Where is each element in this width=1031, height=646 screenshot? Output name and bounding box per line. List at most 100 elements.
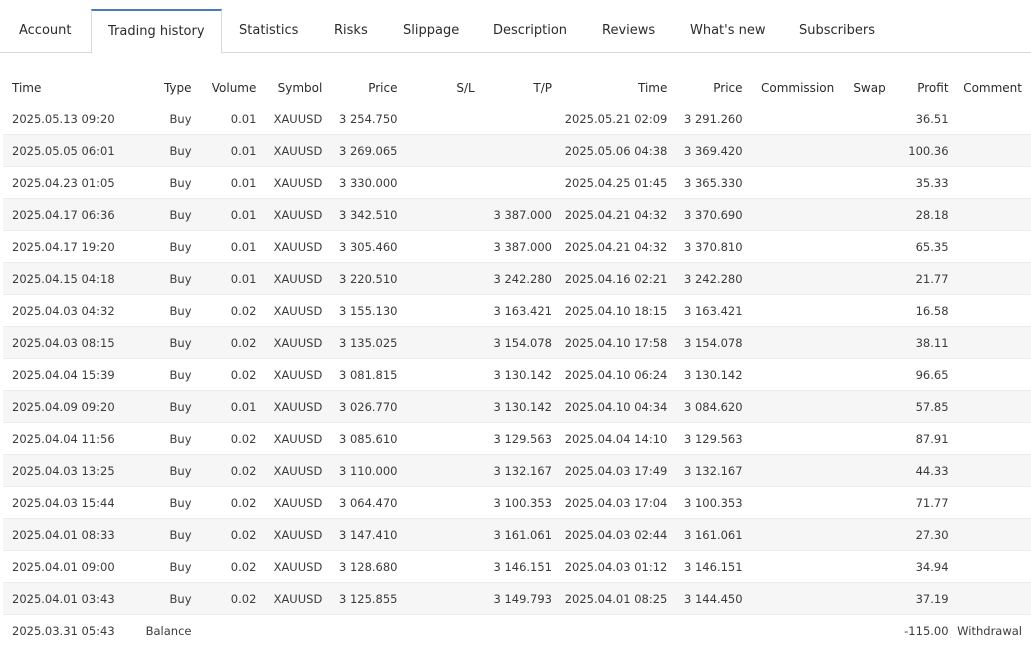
tab-slippage[interactable]: Slippage: [403, 9, 459, 53]
tab-statistics[interactable]: Statistics: [239, 9, 298, 53]
tab-account[interactable]: Account: [19, 9, 72, 53]
header-commission[interactable]: Commission: [743, 73, 835, 103]
tab-subscribers[interactable]: Subscribers: [799, 9, 875, 53]
cell-swap: [834, 295, 886, 327]
cell-commission: [743, 263, 835, 295]
cell-volume: 0.01: [192, 263, 257, 295]
balance-comment: Withdrawal: [949, 615, 1031, 646]
cell-swap: [834, 327, 886, 359]
cell-close-price: 3 365.330: [667, 167, 742, 199]
cell-close-time: 2025.04.03 01:12: [552, 551, 667, 583]
cell-sl: [398, 263, 475, 295]
cell-volume: 0.01: [192, 167, 257, 199]
header-symbol[interactable]: Symbol: [256, 73, 322, 103]
cell-close-time: 2025.04.10 04:34: [552, 391, 667, 423]
cell-type: Buy: [125, 295, 192, 327]
cell-symbol: XAUUSD: [256, 359, 322, 391]
cell-profit: 65.35: [886, 231, 949, 263]
cell-comment: [949, 231, 1031, 263]
cell-commission: [743, 391, 835, 423]
trading-history-table: Time Type Volume Symbol Price S/L T/P Ti…: [3, 73, 1031, 646]
cell-close-time: 2025.04.16 02:21: [552, 263, 667, 295]
header-close-time[interactable]: Time: [552, 73, 667, 103]
header-close-price[interactable]: Price: [667, 73, 742, 103]
cell-profit: 37.19: [886, 583, 949, 615]
cell-commission: [743, 231, 835, 263]
table-row: 2025.04.15 04:18Buy0.01XAUUSD3 220.5103 …: [3, 263, 1031, 295]
cell-open-time: 2025.04.17 19:20: [3, 231, 125, 263]
cell-open-time: 2025.05.05 06:01: [3, 135, 125, 167]
cell-volume: 0.02: [192, 551, 257, 583]
cell-open-price: 3 110.000: [322, 455, 397, 487]
cell-close-price: 3 146.151: [667, 551, 742, 583]
cell-sl: [398, 199, 475, 231]
cell-symbol: XAUUSD: [256, 423, 322, 455]
cell-close-price: 3 154.078: [667, 327, 742, 359]
header-comment[interactable]: Comment: [949, 73, 1031, 103]
table-row: 2025.04.03 04:32Buy0.02XAUUSD3 155.1303 …: [3, 295, 1031, 327]
cell-open-time: 2025.04.01 08:33: [3, 519, 125, 551]
cell-symbol: XAUUSD: [256, 295, 322, 327]
cell-comment: [949, 359, 1031, 391]
header-sl[interactable]: S/L: [398, 73, 475, 103]
table-row: 2025.04.17 19:20Buy0.01XAUUSD3 305.4603 …: [3, 231, 1031, 263]
tab-reviews[interactable]: Reviews: [602, 9, 655, 53]
cell-volume: 0.02: [192, 519, 257, 551]
cell-type: Buy: [125, 583, 192, 615]
header-profit[interactable]: Profit: [886, 73, 949, 103]
cell-tp: 3 163.421: [475, 295, 552, 327]
header-swap[interactable]: Swap: [834, 73, 886, 103]
tab-trading-history[interactable]: Trading history: [91, 9, 222, 54]
cell-volume: 0.02: [192, 327, 257, 359]
cell-tp: 3 146.151: [475, 551, 552, 583]
cell-type: Buy: [125, 135, 192, 167]
cell-volume: 0.01: [192, 199, 257, 231]
table-row: 2025.04.04 11:56Buy0.02XAUUSD3 085.6103 …: [3, 423, 1031, 455]
header-type[interactable]: Type: [125, 73, 192, 103]
cell-tp: [475, 167, 552, 199]
cell-symbol: XAUUSD: [256, 199, 322, 231]
cell-symbol: XAUUSD: [256, 519, 322, 551]
cell-type: Buy: [125, 359, 192, 391]
table-row: 2025.05.05 06:01Buy0.01XAUUSD3 269.06520…: [3, 135, 1031, 167]
cell-tp: [475, 135, 552, 167]
table-row: 2025.04.09 09:20Buy0.01XAUUSD3 026.7703 …: [3, 391, 1031, 423]
cell-close-time: 2025.05.21 02:09: [552, 103, 667, 135]
tab-description[interactable]: Description: [493, 9, 567, 53]
cell-tp: 3 130.142: [475, 391, 552, 423]
cell-sl: [398, 327, 475, 359]
cell-commission: [743, 359, 835, 391]
cell-type: Buy: [125, 519, 192, 551]
cell-close-price: 3 084.620: [667, 391, 742, 423]
cell-close-time: 2025.05.06 04:38: [552, 135, 667, 167]
cell-profit: 87.91: [886, 423, 949, 455]
cell-swap: [834, 391, 886, 423]
table-row: 2025.04.23 01:05Buy0.01XAUUSD3 330.00020…: [3, 167, 1031, 199]
cell-swap: [834, 583, 886, 615]
cell-symbol: XAUUSD: [256, 487, 322, 519]
tab-risks[interactable]: Risks: [334, 9, 368, 53]
cell-profit: 35.33: [886, 167, 949, 199]
header-volume[interactable]: Volume: [192, 73, 257, 103]
cell-close-price: 3 370.810: [667, 231, 742, 263]
header-open-price[interactable]: Price: [322, 73, 397, 103]
cell-open-time: 2025.04.09 09:20: [3, 391, 125, 423]
cell-sl: [398, 135, 475, 167]
table-row: 2025.04.03 08:15Buy0.02XAUUSD3 135.0253 …: [3, 327, 1031, 359]
cell-open-time: 2025.04.04 11:56: [3, 423, 125, 455]
cell-swap: [834, 519, 886, 551]
cell-open-price: 3 026.770: [322, 391, 397, 423]
cell-open-price: 3 220.510: [322, 263, 397, 295]
tab-bar: Account Trading history Statistics Risks…: [0, 0, 1031, 53]
cell-sl: [398, 519, 475, 551]
tab-whats-new[interactable]: What's new: [690, 9, 766, 53]
header-tp[interactable]: T/P: [475, 73, 552, 103]
cell-profit: 27.30: [886, 519, 949, 551]
cell-close-time: 2025.04.21 04:32: [552, 199, 667, 231]
cell-profit: 28.18: [886, 199, 949, 231]
cell-type: Buy: [125, 199, 192, 231]
cell-open-price: 3 330.000: [322, 167, 397, 199]
cell-swap: [834, 551, 886, 583]
cell-comment: [949, 135, 1031, 167]
header-open-time[interactable]: Time: [3, 73, 125, 103]
